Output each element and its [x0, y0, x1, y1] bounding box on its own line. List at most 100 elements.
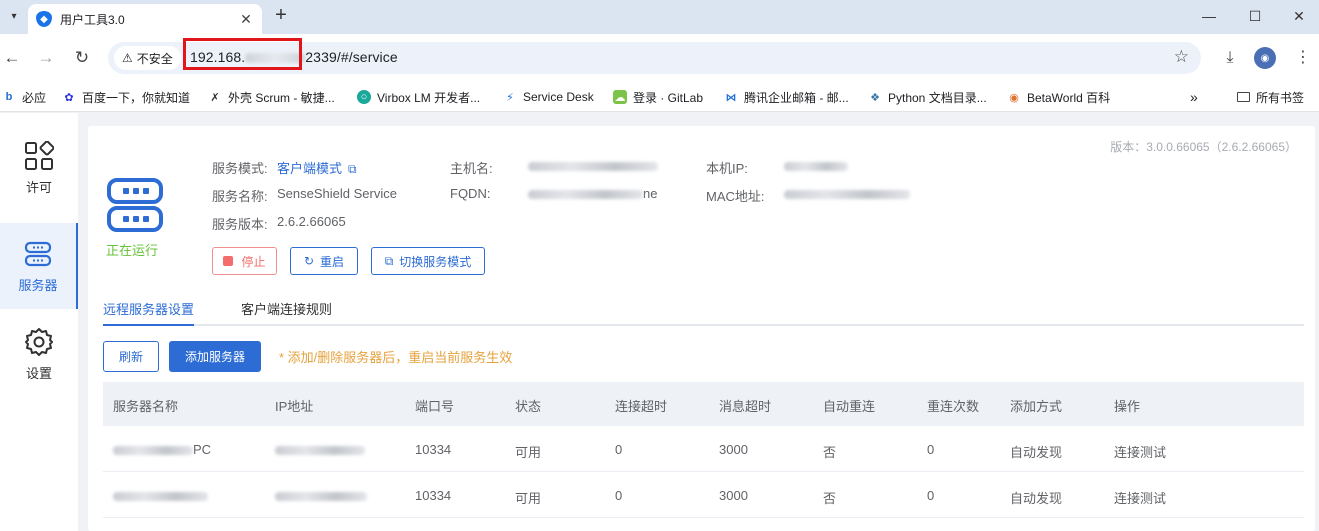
gear-icon: [25, 327, 53, 356]
bookmark-star-icon[interactable]: ☆: [1174, 47, 1189, 67]
bookmark-bing[interactable]: b 必应: [2, 88, 46, 106]
python-icon: ❖: [870, 91, 880, 104]
hostname-value: [528, 158, 658, 173]
restart-button[interactable]: ↻ 重启: [290, 247, 358, 275]
bookmark-service-desk[interactable]: ⚡ Service Desk: [503, 88, 594, 106]
app-version: 版本：3.0.0.66065（2.6.2.66065）: [1110, 140, 1297, 154]
fqdn-label: FQDN:: [450, 186, 491, 201]
connection-test-link[interactable]: 连接测试: [1114, 488, 1166, 507]
bookmark-label: 登录 · GitLab: [633, 90, 704, 105]
url-suffix: 2339/#/service: [305, 49, 398, 65]
bookmark-label: Service Desk: [523, 90, 594, 104]
tab-close-icon[interactable]: ✕: [238, 11, 254, 28]
baidu-icon: ✿: [64, 91, 74, 104]
security-indicator[interactable]: ⚠ 不安全: [114, 46, 181, 70]
sidebar-item-server[interactable]: 服务器: [0, 223, 78, 309]
tab-remote-server-settings[interactable]: 远程服务器设置: [103, 299, 195, 326]
all-bookmarks[interactable]: 所有书签: [1237, 88, 1304, 106]
url-highlight-box: [183, 38, 302, 70]
mode-label: 服务模式:: [212, 161, 268, 176]
add-server-button[interactable]: 添加服务器: [169, 341, 261, 372]
status-cell: 可用: [515, 445, 542, 460]
auto-reconnect-cell: 否: [823, 491, 837, 506]
tab-title: 用户工具3.0: [60, 12, 125, 27]
sidebar-item-label: 服务器: [18, 277, 58, 293]
address-bar[interactable]: ⚠ 不安全 192.168. 2339/#/service ☆: [108, 38, 1201, 74]
ip-cell: [275, 488, 367, 503]
mode-value-text[interactable]: 客户端模式: [277, 161, 342, 176]
column-header: IP地址: [275, 399, 314, 414]
tab-client-connection-rules[interactable]: 客户端连接规则: [241, 299, 332, 326]
sidebar-item-license[interactable]: 许可: [0, 125, 78, 211]
profile-avatar[interactable]: ◉: [1254, 47, 1276, 69]
window-close-icon[interactable]: ✕: [1277, 4, 1319, 28]
column-header: 服务器名称: [113, 399, 179, 414]
switch-mode-button[interactable]: ⧉ 切换服务模式: [371, 247, 485, 275]
browser-tab[interactable]: ◆ 用户工具3.0 ✕: [28, 4, 262, 34]
fqdn-tail: ne: [643, 186, 658, 201]
column-header: 自动重连: [823, 399, 876, 414]
mac-label: MAC地址:: [706, 189, 765, 204]
column-header: 连接超时: [615, 399, 668, 414]
betaworld-icon: ◉: [1009, 91, 1019, 104]
stop-button[interactable]: 停止: [212, 247, 277, 275]
bookmark-gitlab[interactable]: ☁ 登录 · GitLab: [613, 88, 703, 106]
port-cell: 10334: [415, 442, 452, 457]
bing-icon: b: [5, 91, 13, 103]
browser-tab-strip: ▾ ◆ 用户工具3.0 ✕ + — ☐ ✕: [0, 0, 1319, 34]
scrum-icon: ✗: [210, 91, 220, 104]
shield-favicon-icon: ◆: [36, 11, 52, 27]
bookmark-label: 百度一下，你就知道: [82, 90, 191, 105]
bookmarks-bar: b 必应 ✿ 百度一下，你就知道 ✗ 外壳 Scrum - 敏捷... ○ Vi…: [0, 82, 1319, 112]
service-version-value: 2.6.2.66065: [277, 214, 346, 229]
auto-reconnect-cell: 否: [823, 445, 837, 460]
local-ip-value: [784, 158, 848, 173]
bookmark-python[interactable]: ❖ Python 文档目录...: [868, 88, 987, 106]
minimize-icon[interactable]: —: [1187, 4, 1231, 28]
gitlab-icon: ☁: [613, 90, 627, 104]
bookmark-baidu[interactable]: ✿ 百度一下，你就知道: [62, 88, 190, 106]
bookmark-tencent-mail[interactable]: ⋈ 腾讯企业邮箱 - 邮...: [724, 88, 849, 106]
tab-search-chevron-icon[interactable]: ▾: [4, 6, 24, 26]
browser-toolbar: ← → ↻ ⚠ 不安全 192.168. 2339/#/service ☆ ⤓ ◉…: [0, 34, 1319, 82]
bookmark-scrum[interactable]: ✗ 外壳 Scrum - 敏捷...: [208, 88, 335, 106]
mac-value: [784, 186, 910, 201]
switch-mode-button-label: 切换服务模式: [399, 254, 472, 269]
bookmarks-overflow-chevron-icon[interactable]: »: [1190, 88, 1198, 106]
service-status: 正在运行: [106, 243, 159, 258]
restart-button-label: 重启: [320, 254, 345, 269]
column-header: 端口号: [415, 399, 455, 414]
msg-timeout-cell: 3000: [719, 442, 748, 457]
ip-cell: [275, 442, 365, 457]
restart-note: * 添加/删除服务器后，重启当前服务生效: [279, 350, 513, 365]
reload-icon[interactable]: ↻: [70, 46, 94, 70]
main-content-card: 版本：3.0.0.66065（2.6.2.66065） 正在运行 服务模式: 客…: [88, 126, 1315, 531]
sidebar-item-settings[interactable]: 设置: [0, 311, 78, 397]
bookmark-label: 外壳 Scrum - 敏捷...: [228, 90, 335, 105]
bookmark-virbox[interactable]: ○ Virbox LM 开发者...: [357, 88, 480, 106]
tencent-mail-icon: ⋈: [725, 91, 737, 104]
maximize-icon[interactable]: ☐: [1233, 4, 1277, 28]
hostname-label: 主机名:: [450, 161, 493, 176]
forward-arrow-icon[interactable]: →: [34, 46, 58, 70]
connection-test-link[interactable]: 连接测试: [1114, 442, 1166, 461]
conn-timeout-cell: 0: [615, 488, 623, 503]
warning-triangle-icon: ⚠: [122, 51, 133, 65]
more-menu-icon[interactable]: ⋮: [1291, 46, 1315, 70]
license-grid-icon: [25, 140, 54, 170]
new-tab-plus-icon[interactable]: +: [270, 5, 292, 27]
bookmark-betaworld[interactable]: ◉ BetaWorld 百科: [1007, 88, 1110, 106]
server-name-cell: [113, 488, 208, 503]
back-arrow-icon[interactable]: ←: [0, 46, 24, 70]
redacted-ip: [275, 446, 365, 456]
download-icon[interactable]: ⤓: [1218, 46, 1242, 70]
table-header: 服务器名称 IP地址 端口号 状态 连接超时 消息超时 自动重连 重连次数 添加…: [103, 382, 1304, 426]
column-header: 消息超时: [719, 399, 772, 414]
conn-timeout-cell: 0: [615, 442, 623, 457]
switch-mode-icon[interactable]: ⧉: [348, 162, 357, 177]
stop-square-icon: [223, 256, 234, 266]
reconnect-count-cell: 0: [927, 488, 935, 503]
bookmark-label: Virbox LM 开发者...: [377, 90, 481, 105]
refresh-button[interactable]: 刷新: [103, 341, 159, 372]
column-header: 操作: [1114, 399, 1141, 414]
